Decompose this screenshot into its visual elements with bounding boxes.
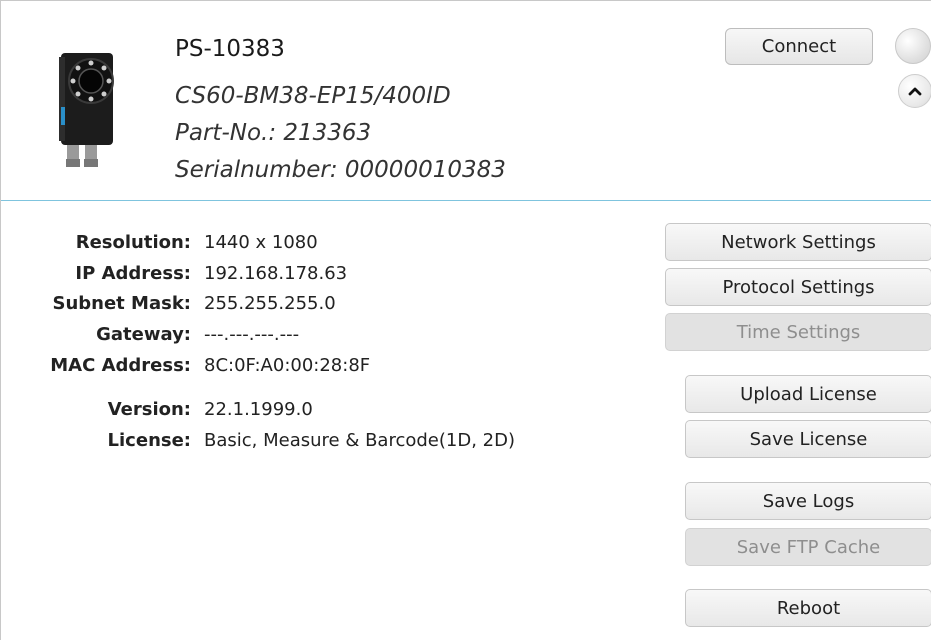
license-label: License:	[107, 430, 191, 451]
chevron-up-icon	[908, 87, 922, 96]
header-divider	[1, 200, 931, 201]
reboot-button[interactable]: Reboot	[685, 589, 931, 627]
mac-address-value: 8C:0F:A0:00:28:8F	[204, 355, 371, 376]
subnet-mask-label: Subnet Mask:	[52, 293, 192, 314]
gateway-label: Gateway:	[96, 324, 191, 345]
subnet-mask-value: 255.255.255.0	[204, 293, 336, 314]
network-settings-button[interactable]: Network Settings	[665, 223, 931, 261]
device-part-no: Part-No.: 213363	[175, 120, 372, 146]
save-logs-button[interactable]: Save Logs	[685, 482, 931, 520]
gateway-value: ---.---.---.---	[204, 324, 300, 345]
license-value: Basic, Measure & Barcode(1D, 2D)	[204, 430, 515, 451]
ip-address-value: 192.168.178.63	[204, 263, 348, 284]
collapse-button[interactable]	[898, 74, 931, 108]
save-ftp-cache-button[interactable]: Save FTP Cache	[685, 528, 931, 566]
camera-sensor-icon	[51, 47, 121, 177]
device-panel: PS-10383 CS60-BM38-EP15/400ID Part-No.: …	[0, 0, 931, 640]
version-value: 22.1.1999.0	[204, 399, 313, 420]
device-model: CS60-BM38-EP15/400ID	[175, 83, 451, 109]
time-settings-button[interactable]: Time Settings	[665, 313, 931, 351]
resolution-label: Resolution:	[75, 232, 191, 253]
protocol-settings-button[interactable]: Protocol Settings	[665, 268, 931, 306]
save-license-button[interactable]: Save License	[685, 420, 931, 458]
resolution-value: 1440 x 1080	[204, 232, 318, 253]
device-name: PS-10383	[175, 36, 285, 62]
version-label: Version:	[107, 399, 191, 420]
status-indicator-icon	[895, 28, 931, 64]
device-serial: Serialnumber: 00000010383	[175, 157, 506, 183]
upload-license-button[interactable]: Upload License	[685, 375, 931, 413]
mac-address-label: MAC Address:	[50, 355, 191, 376]
connect-button[interactable]: Connect	[725, 28, 873, 65]
ip-address-label: IP Address:	[75, 263, 191, 284]
